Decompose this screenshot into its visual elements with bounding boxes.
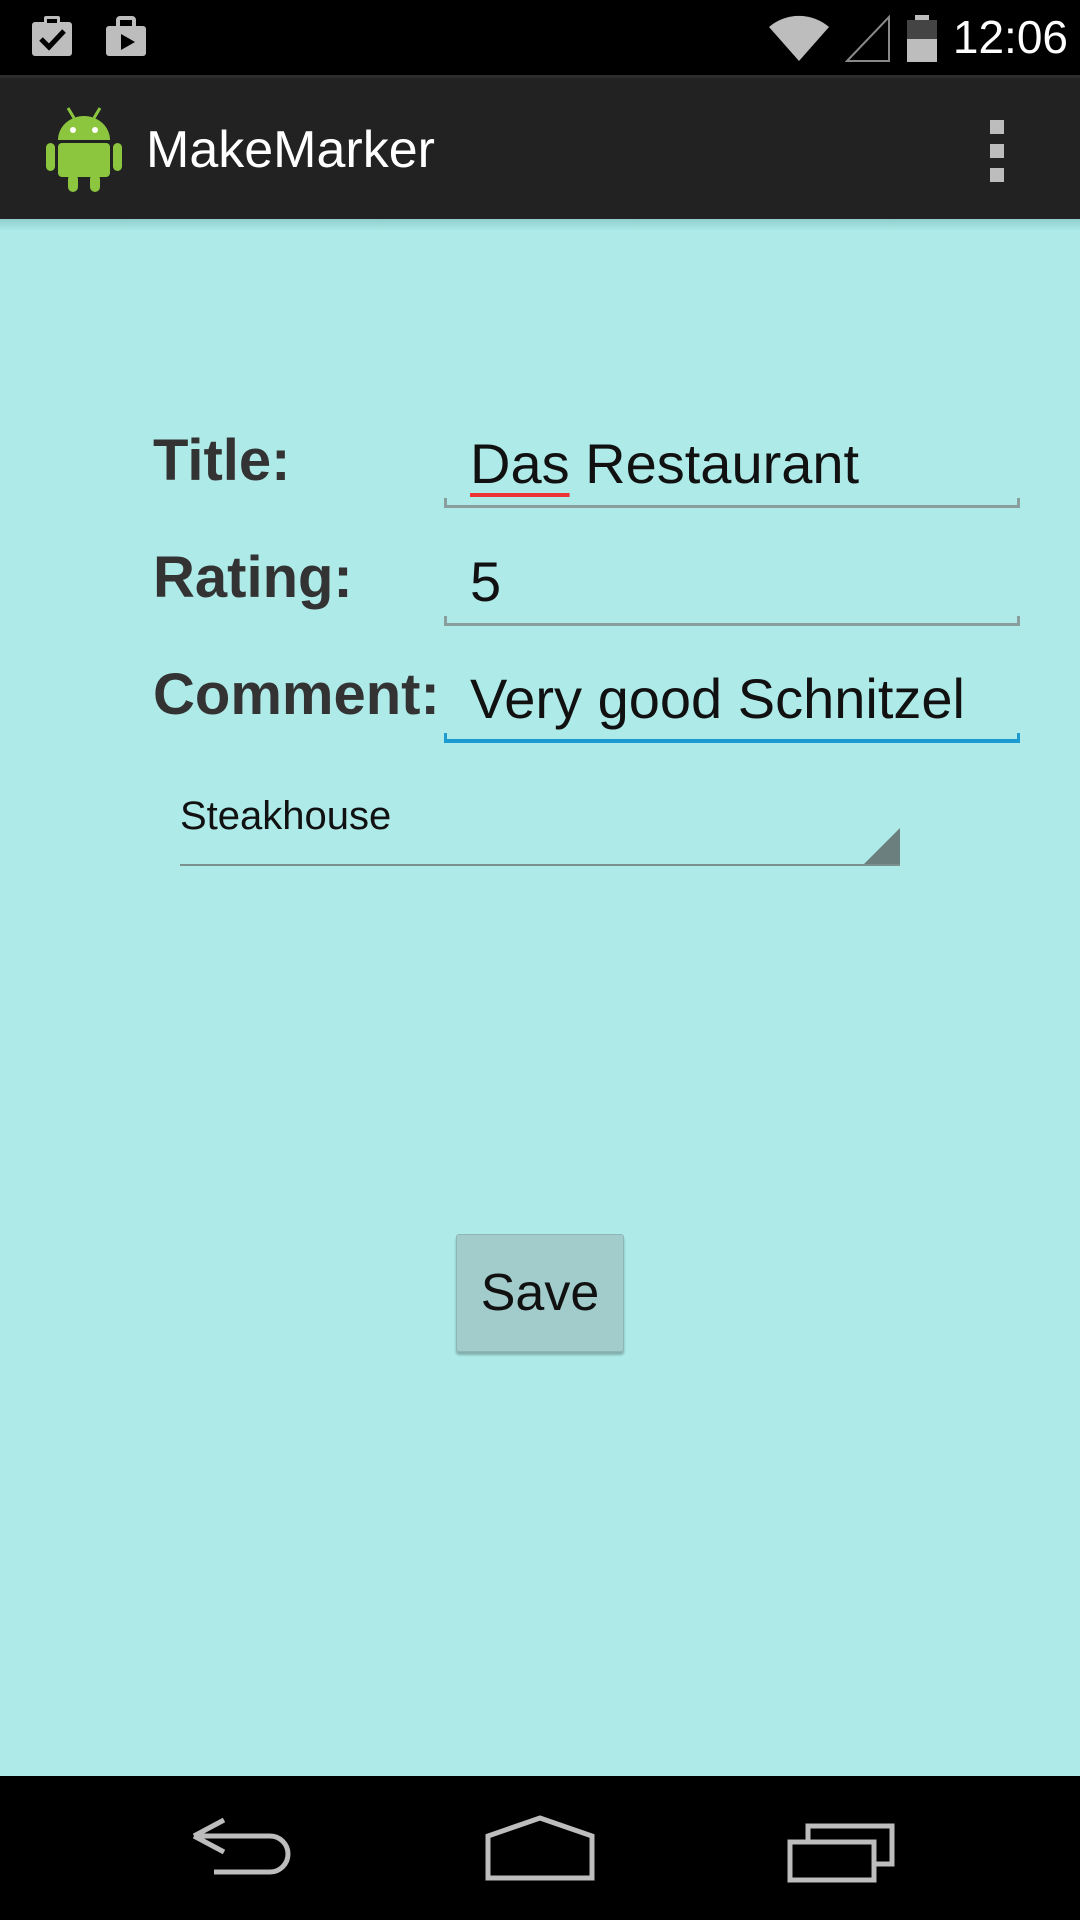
- title-label: Title:: [153, 428, 291, 493]
- home-icon[interactable]: [480, 1812, 600, 1884]
- spellcheck-word: Das: [470, 432, 570, 495]
- clock: 12:06: [952, 11, 1068, 63]
- comment-field[interactable]: Very good Schnitzel: [444, 643, 1020, 743]
- status-bar: 12:06: [0, 0, 1080, 75]
- notification-icons: [28, 12, 150, 60]
- rating-field[interactable]: 5: [444, 526, 1020, 626]
- title-field[interactable]: Das Restaurant: [444, 408, 1020, 508]
- wifi-icon: [768, 15, 829, 61]
- action-bar: MakeMarker: [0, 75, 1080, 219]
- signal-icon: [844, 14, 890, 62]
- category-selected: Steakhouse: [180, 794, 392, 838]
- overflow-menu-icon[interactable]: [980, 118, 1014, 188]
- comment-underline: [444, 733, 1020, 743]
- spinner-underline: [180, 864, 900, 866]
- title-value: Das Restaurant: [470, 432, 860, 495]
- rating-underline: [444, 616, 1020, 626]
- recents-icon[interactable]: [782, 1812, 902, 1884]
- title-underline: [444, 498, 1020, 508]
- navigation-bar: [0, 1776, 1080, 1920]
- android-robot-icon[interactable]: [44, 104, 124, 194]
- rating-label: Rating:: [153, 545, 353, 610]
- battery-icon: [906, 14, 937, 62]
- back-icon[interactable]: [180, 1812, 300, 1884]
- comment-label: Comment:: [153, 662, 440, 727]
- briefcase-icon: [102, 12, 150, 60]
- category-spinner[interactable]: Steakhouse: [180, 784, 900, 866]
- comment-value: Very good Schnitzel: [470, 667, 965, 730]
- save-button[interactable]: Save: [456, 1234, 624, 1352]
- app-title: MakeMarker: [146, 121, 435, 179]
- rating-value: 5: [470, 550, 502, 613]
- content-area: Title: Das Restaurant Rating: 5 Comment:…: [0, 219, 1080, 1776]
- clipboard-check-icon: [28, 12, 76, 60]
- dropdown-arrow-icon: [864, 828, 900, 864]
